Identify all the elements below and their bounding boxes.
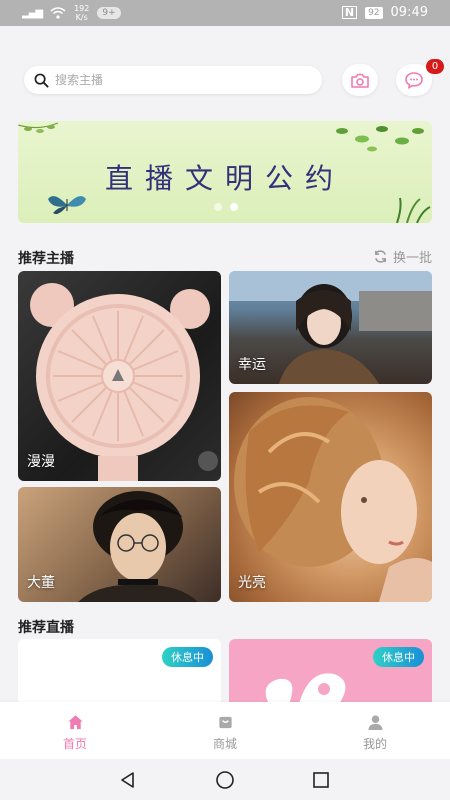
notification-count: 9+ <box>97 7 121 19</box>
host-card[interactable]: 大董 <box>18 487 221 602</box>
status-badge: 休息中 <box>373 647 424 667</box>
banner-title: 直播文明公约 <box>104 162 345 195</box>
tab-shop[interactable]: 商城 <box>150 702 300 759</box>
system-navigation-bar <box>0 759 450 800</box>
carousel-dot-active[interactable] <box>230 203 238 211</box>
tab-home[interactable]: 首页 <box>0 702 150 759</box>
shop-icon <box>218 716 232 729</box>
clock: 09:49 <box>390 5 428 20</box>
leaves-decoration <box>18 122 59 133</box>
network-speed: 192 K/s <box>74 4 89 22</box>
tab-label: 我的 <box>362 737 387 751</box>
search-bar[interactable] <box>24 66 322 94</box>
host-card[interactable]: 漫漫 <box>18 271 221 481</box>
search-input[interactable] <box>55 73 295 87</box>
status-bar: ▂▄▆ 192 K/s 9+ N 92 09:49 <box>0 0 450 26</box>
home-circle-icon[interactable] <box>215 770 235 790</box>
status-right: N 92 09:49 <box>341 5 428 20</box>
section-title-live: 推荐直播 <box>18 620 74 636</box>
host-photo <box>30 283 218 481</box>
host-name: 漫漫 <box>27 454 55 470</box>
host-card[interactable]: 幸运 <box>229 271 432 384</box>
home-icon <box>67 715 83 730</box>
banner-carousel[interactable]: 直播文明公约 <box>18 121 432 223</box>
camera-icon <box>351 73 369 88</box>
refresh-label: 换一批 <box>392 251 432 266</box>
host-name: 大董 <box>27 575 55 591</box>
host-name: 幸运 <box>238 357 266 373</box>
leaves-decoration <box>336 126 424 152</box>
refresh-button[interactable]: 换一批 <box>373 247 432 266</box>
tab-label: 首页 <box>62 737 87 751</box>
status-left: ▂▄▆ 192 K/s 9+ <box>22 4 121 22</box>
live-card[interactable]: 休息中 <box>18 639 221 704</box>
live-card[interactable]: 休息中 <box>229 639 432 704</box>
carousel-indicator <box>214 203 238 211</box>
status-badge: 休息中 <box>162 647 213 667</box>
network-speed-value: 192 <box>74 4 90 13</box>
section-title-hosts: 推荐主播 <box>18 251 74 267</box>
search-icon <box>34 73 49 88</box>
wifi-icon <box>50 7 66 19</box>
message-badge: 0 <box>426 59 444 74</box>
grass-decoration <box>396 197 431 223</box>
message-icon <box>405 72 423 89</box>
back-icon[interactable] <box>118 770 138 790</box>
network-speed-unit: K/s <box>75 13 88 22</box>
tab-label: 商城 <box>212 737 237 751</box>
signal-icon: ▂▄▆ <box>22 7 43 19</box>
carousel-dot[interactable] <box>214 203 222 211</box>
recents-icon[interactable] <box>311 770 331 790</box>
profile-icon <box>367 715 383 731</box>
host-name: 光亮 <box>238 575 266 591</box>
battery-icon: 92 <box>365 6 383 19</box>
host-card[interactable]: 光亮 <box>229 392 432 602</box>
host-photo <box>234 397 432 602</box>
tab-profile[interactable]: 我的 <box>300 702 450 759</box>
camera-button[interactable] <box>342 64 378 96</box>
refresh-icon <box>375 250 386 263</box>
bottom-tab-bar: 首页 商城 我的 <box>0 702 450 759</box>
nfc-icon: N <box>341 6 358 19</box>
